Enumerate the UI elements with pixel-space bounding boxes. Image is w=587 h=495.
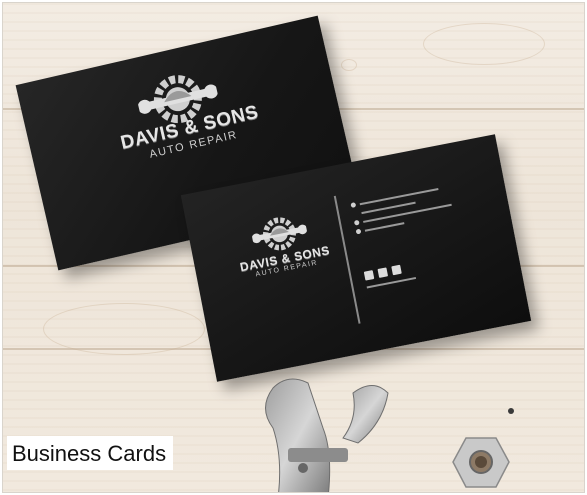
phone-icon [355,228,362,235]
facebook-icon [363,270,375,281]
image-caption: Business Cards [7,436,174,470]
contact-details [350,174,494,236]
twitter-icon [391,264,402,276]
location-icon [350,202,357,208]
email-icon [353,219,360,226]
social-icons [363,264,402,281]
wood-grain [43,303,205,355]
wood-knot [341,59,357,71]
wood-grain [423,23,545,65]
hex-nut-icon [452,437,510,488]
product-photo: DAVIS & SONS AUTO REPAIR DAVIS & SONS AU… [2,2,585,493]
wrench-icon [265,378,389,492]
screw-head [508,408,514,414]
instagram-icon [377,267,389,278]
